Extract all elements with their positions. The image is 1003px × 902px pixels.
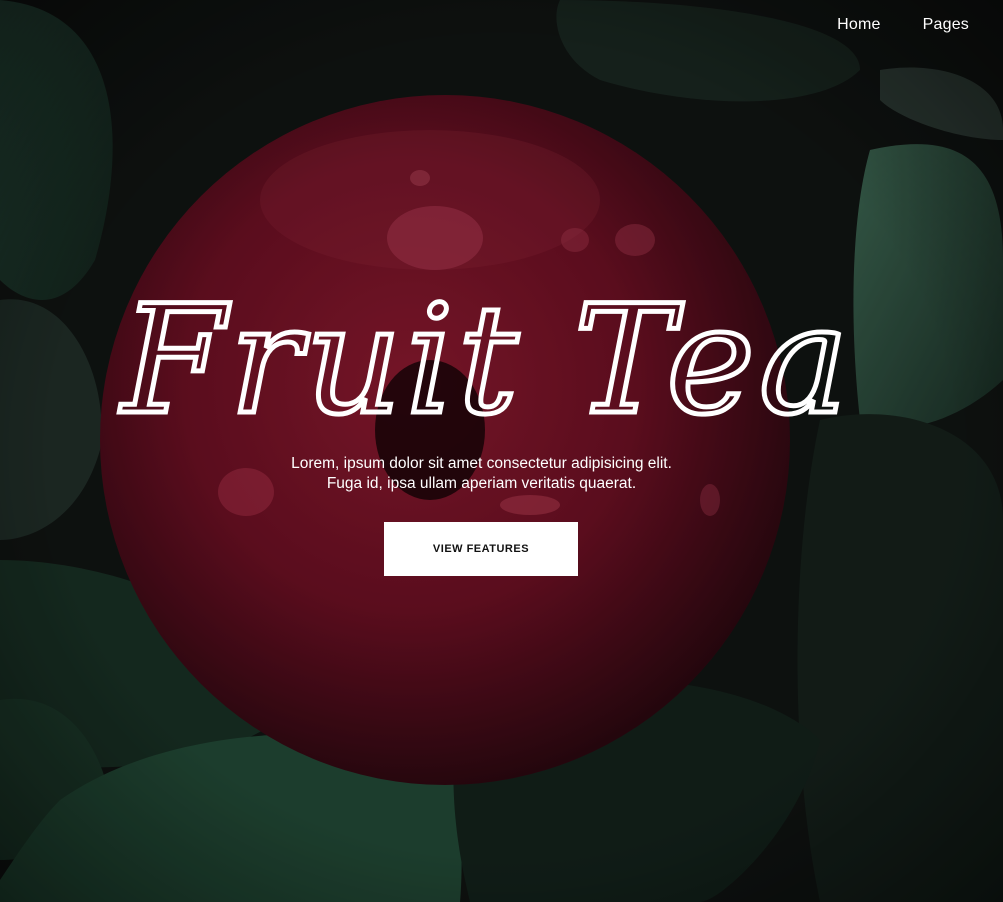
nav-link-home[interactable]: Home (837, 16, 880, 34)
hero-section: Home Pages Fruit Tea Lorem, ipsum dolor … (0, 0, 1003, 902)
hero-subtitle-line2: Fuga id, ipsa ullam aperiam veritatis qu… (326, 475, 637, 492)
top-nav: Home Pages (837, 16, 969, 34)
hero-title: Fruit Tea (0, 270, 1003, 451)
hero-subtitle-line1: Lorem, ipsum dolor sit amet consectetur … (291, 455, 672, 472)
hero-background-image (0, 0, 1003, 902)
hero-title-text: Fruit Tea (119, 274, 853, 448)
hero-subtitle: Lorem, ipsum dolor sit amet consectetur … (0, 454, 963, 494)
nav-link-pages[interactable]: Pages (923, 16, 969, 34)
view-features-button[interactable]: VIEW FEATURES (384, 522, 578, 576)
